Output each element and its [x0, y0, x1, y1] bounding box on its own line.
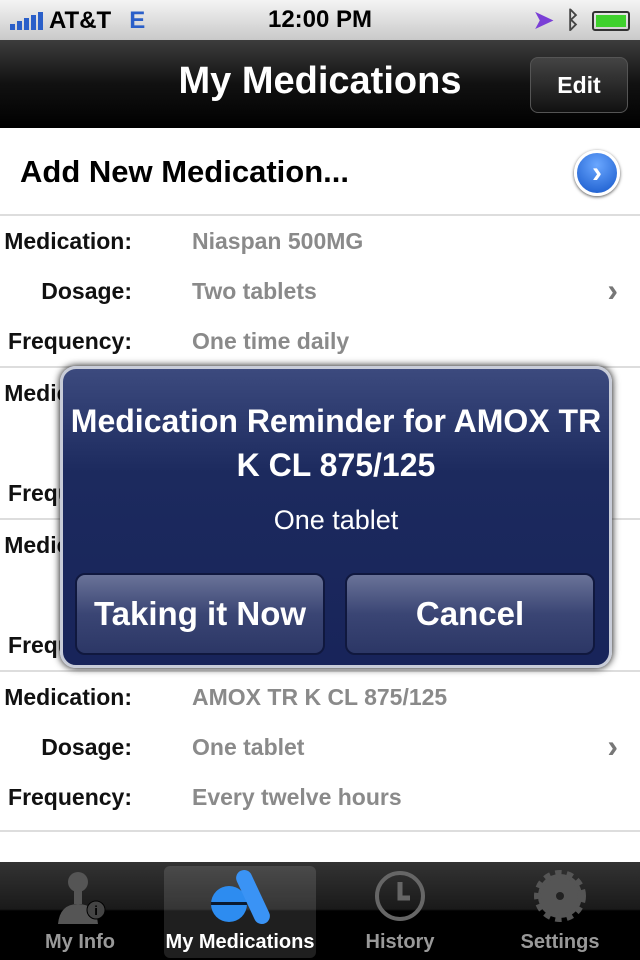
tab-label: Settings: [520, 931, 600, 953]
dosage-label: Dosage:: [41, 734, 132, 760]
reminder-alert: Medication Reminder for AMOX TR K CL 875…: [60, 366, 612, 668]
chevron-right-icon: ›: [607, 728, 618, 764]
dosage-label: Dosage:: [41, 278, 132, 304]
tab-label: History: [365, 931, 435, 953]
edit-button[interactable]: Edit: [530, 57, 628, 113]
pills-icon: [164, 866, 316, 926]
medication-label: Medication:: [4, 684, 132, 710]
dosage-value: One tablet: [192, 734, 305, 760]
frequency-value: Every twelve hours: [192, 784, 402, 810]
frequency-label: Frequency:: [8, 784, 132, 810]
tab-label: My Info: [45, 931, 115, 953]
alert-title: Medication Reminder for AMOX TR K CL 875…: [70, 403, 602, 483]
dosage-value: Two tablets: [192, 278, 317, 304]
person-info-icon: i: [4, 866, 156, 926]
add-medication-row[interactable]: Add New Medication... ›: [0, 128, 640, 216]
bluetooth-icon: ᛒ: [565, 6, 580, 34]
navigation-bar: My Medications Edit: [0, 40, 640, 128]
medication-value: Niaspan 500MG: [192, 228, 364, 254]
svg-text:i: i: [94, 903, 98, 918]
medication-row[interactable]: Medication: Niaspan 500MG Dosage: Two tabl…: [0, 216, 640, 368]
frequency-value: One time daily: [192, 328, 350, 354]
status-bar: AT&T E 12:00 PM ➤ ᛒ: [0, 0, 640, 40]
medication-row[interactable]: Medication: AMOX TR K CL 875/125 Dosage: O…: [0, 672, 640, 832]
battery-icon: [592, 10, 630, 31]
frequency-label: Frequency:: [8, 328, 132, 354]
tab-label: My Medications: [165, 931, 315, 953]
tab-history[interactable]: History: [324, 866, 476, 958]
tab-bar: i My Info My Medications History Setting…: [0, 862, 640, 960]
location-icon: ➤: [533, 7, 554, 34]
disclosure-button-icon[interactable]: ›: [574, 150, 620, 196]
cancel-button[interactable]: Cancel: [345, 573, 595, 655]
medication-label: Medication:: [4, 228, 132, 254]
taking-it-now-button[interactable]: Taking it Now: [75, 573, 325, 655]
tab-my-info[interactable]: i My Info: [4, 866, 156, 958]
alert-message: One tablet: [273, 505, 399, 535]
tab-my-medications[interactable]: My Medications: [164, 866, 316, 958]
add-medication-label: Add New Medication...: [20, 154, 349, 189]
tab-settings[interactable]: Settings: [484, 866, 636, 958]
medication-value: AMOX TR K CL 875/125: [192, 684, 448, 710]
chevron-right-icon: ›: [607, 272, 618, 308]
clock-icon: [324, 866, 476, 926]
gear-icon: [484, 866, 636, 926]
